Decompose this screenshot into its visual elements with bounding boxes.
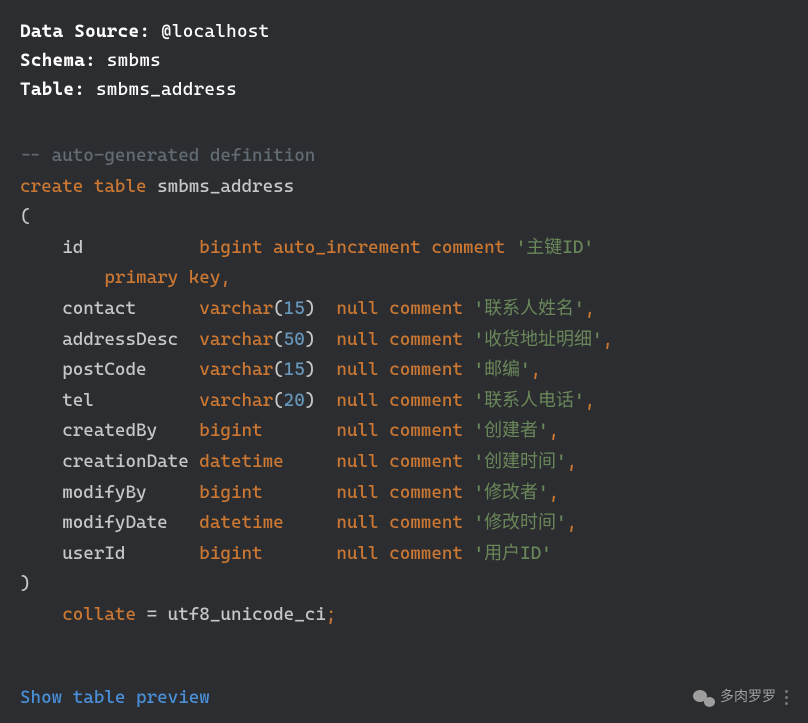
create-keyword: create	[20, 176, 83, 197]
code-comment: -- auto-generated definition	[20, 145, 315, 166]
sql-code-block: -- auto-generated definition create tabl…	[20, 141, 788, 631]
open-paren: (	[20, 206, 31, 227]
footer: Show table preview 多肉罗罗	[20, 684, 788, 711]
schema-line: Schema: smbms	[20, 47, 788, 74]
table-name: smbms_address	[157, 176, 294, 197]
table-keyword: table	[94, 176, 147, 197]
data-source-line: Data Source: @localhost	[20, 18, 788, 45]
wechat-icon	[693, 689, 715, 707]
header-block: Data Source: @localhost Schema: smbms Ta…	[20, 18, 788, 103]
dots-icon	[785, 690, 788, 705]
collate-keyword: collate	[62, 604, 136, 625]
watermark: 多肉罗罗	[693, 687, 788, 708]
show-preview-link[interactable]: Show table preview	[20, 684, 210, 711]
table-line: Table: smbms_address	[20, 76, 788, 103]
close-paren: )	[20, 573, 31, 594]
